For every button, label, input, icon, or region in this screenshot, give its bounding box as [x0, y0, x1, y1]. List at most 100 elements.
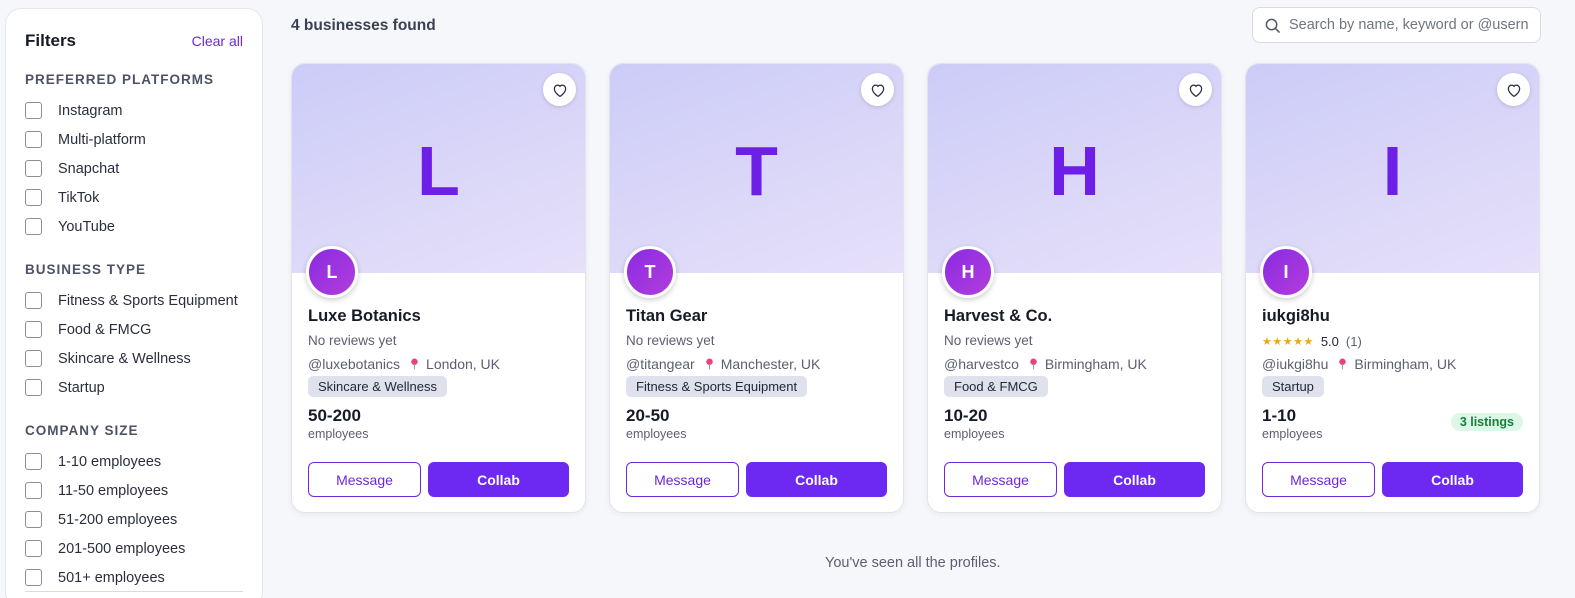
end-of-results-note: You've seen all the profiles.: [825, 555, 1001, 571]
collab-button[interactable]: Collab: [1382, 462, 1523, 497]
business-handle: @harvestco: [944, 356, 1019, 372]
filter-option-size-501-plus[interactable]: 501+ employees: [25, 563, 243, 592]
business-handle: @luxebotanics: [308, 356, 401, 372]
business-type-tag: Startup: [1262, 376, 1324, 397]
heart-icon: [1507, 83, 1520, 97]
filter-option-fitness[interactable]: Fitness & Sports Equipment: [25, 286, 243, 315]
size-row: 10-20 employees: [944, 406, 1205, 441]
filter-option-size-201-500[interactable]: 201-500 employees: [25, 534, 243, 563]
company-size-label: employees: [626, 427, 687, 441]
collab-button[interactable]: Collab: [1064, 462, 1205, 497]
business-type-tag: Skincare & Wellness: [308, 376, 447, 397]
filter-option-label: Skincare & Wellness: [58, 350, 191, 367]
business-card[interactable]: I I iukgi8hu ★★★★★ 5.0 (1) @iukgi8hu Bir…: [1245, 63, 1540, 513]
business-location: Birmingham, UK: [1354, 356, 1457, 372]
checkbox[interactable]: [25, 379, 42, 396]
business-card[interactable]: H H Harvest & Co. No reviews yet @harves…: [927, 63, 1222, 513]
business-location: Birmingham, UK: [1044, 356, 1147, 372]
collab-button[interactable]: Collab: [746, 462, 887, 497]
card-actions: Message Collab: [944, 462, 1205, 497]
filter-option-size-51-200[interactable]: 51-200 employees: [25, 505, 243, 534]
avatar: I: [1260, 246, 1312, 298]
card-banner: I: [1246, 64, 1539, 273]
checkbox[interactable]: [25, 218, 42, 235]
filter-option-youtube[interactable]: YouTube: [25, 212, 243, 241]
company-size-value: 20-50: [626, 406, 670, 425]
business-name[interactable]: iukgi8hu: [1262, 307, 1523, 326]
business-card[interactable]: T T Titan Gear No reviews yet @titangear…: [609, 63, 904, 513]
checkbox[interactable]: [25, 131, 42, 148]
company-size-value: 1-10: [1262, 406, 1297, 425]
filters-header: Filters Clear all: [25, 31, 243, 51]
filter-option-label: 51-200 employees: [58, 511, 178, 528]
banner-letter: H: [1049, 131, 1100, 210]
card-body: iukgi8hu ★★★★★ 5.0 (1) @iukgi8hu Birming…: [1262, 307, 1523, 441]
checkbox[interactable]: [25, 569, 42, 586]
filter-option-label: Instagram: [58, 102, 123, 119]
checkbox[interactable]: [25, 540, 42, 557]
checkbox[interactable]: [25, 189, 42, 206]
filter-option-label: 11-50 employees: [58, 482, 169, 499]
checkbox[interactable]: [25, 160, 42, 177]
card-actions: Message Collab: [308, 462, 569, 497]
filter-option-snapchat[interactable]: Snapchat: [25, 154, 243, 183]
location-pin-icon: [705, 358, 714, 370]
filter-option-startup[interactable]: Startup: [25, 373, 243, 402]
rating-row: ★★★★★ 5.0 (1): [1262, 333, 1523, 350]
filter-section-title: COMPANY SIZE: [25, 423, 139, 438]
business-handle: @iukgi8hu: [1262, 356, 1329, 372]
filter-option-size-11-50[interactable]: 11-50 employees: [25, 476, 243, 505]
search-input[interactable]: [1289, 17, 1529, 33]
filter-option-instagram[interactable]: Instagram: [25, 96, 243, 125]
size-row: 50-200 employees: [308, 406, 569, 441]
business-handle: @titangear: [626, 356, 695, 372]
location-pin-icon: [1338, 358, 1347, 370]
business-location: London, UK: [426, 356, 500, 372]
avatar: L: [306, 246, 358, 298]
favorite-button[interactable]: [861, 73, 894, 106]
business-name[interactable]: Titan Gear: [626, 307, 887, 326]
business-name[interactable]: Luxe Botanics: [308, 307, 569, 326]
checkbox[interactable]: [25, 511, 42, 528]
filter-option-food[interactable]: Food & FMCG: [25, 315, 243, 344]
size-row: 20-50 employees: [626, 406, 887, 441]
checkbox[interactable]: [25, 292, 42, 309]
filter-option-size-1-10[interactable]: 1-10 employees: [25, 447, 243, 476]
banner-letter: I: [1382, 131, 1403, 210]
star-rating-icon: ★★★★★: [1262, 336, 1314, 348]
checkbox[interactable]: [25, 350, 42, 367]
filter-option-tiktok[interactable]: TikTok: [25, 183, 243, 212]
search-box[interactable]: [1252, 7, 1541, 43]
card-meta: @iukgi8hu Birmingham, UK: [1262, 356, 1523, 372]
company-size-label: employees: [1262, 427, 1323, 441]
checkbox[interactable]: [25, 453, 42, 470]
message-button[interactable]: Message: [1262, 462, 1375, 497]
checkbox[interactable]: [25, 321, 42, 338]
listings-badge: 3 listings: [1450, 413, 1523, 431]
filter-option-skincare[interactable]: Skincare & Wellness: [25, 344, 243, 373]
search-icon: [1265, 18, 1280, 33]
message-button[interactable]: Message: [944, 462, 1057, 497]
size-row: 1-10 employees 3 listings: [1262, 406, 1523, 441]
message-button[interactable]: Message: [308, 462, 421, 497]
card-meta: @luxebotanics London, UK: [308, 356, 569, 372]
filter-option-label: Snapchat: [58, 160, 120, 177]
filter-section-title: PREFERRED PLATFORMS: [25, 72, 215, 87]
favorite-button[interactable]: [1497, 73, 1530, 106]
checkbox[interactable]: [25, 482, 42, 499]
checkbox[interactable]: [25, 102, 42, 119]
location-pin-icon: [1029, 358, 1038, 370]
reviews-text: No reviews yet: [626, 333, 715, 348]
message-button[interactable]: Message: [626, 462, 739, 497]
clear-all-link[interactable]: Clear all: [192, 33, 243, 49]
filter-option-label: 1-10 employees: [58, 453, 162, 470]
collab-button[interactable]: Collab: [428, 462, 569, 497]
reviews-text: No reviews yet: [308, 333, 397, 348]
favorite-button[interactable]: [543, 73, 576, 106]
filter-option-multi-platform[interactable]: Multi-platform: [25, 125, 243, 154]
heart-icon: [1189, 83, 1202, 97]
business-card[interactable]: L L Luxe Botanics No reviews yet @luxebo…: [291, 63, 586, 513]
card-actions: Message Collab: [1262, 462, 1523, 497]
business-name[interactable]: Harvest & Co.: [944, 307, 1205, 326]
favorite-button[interactable]: [1179, 73, 1212, 106]
